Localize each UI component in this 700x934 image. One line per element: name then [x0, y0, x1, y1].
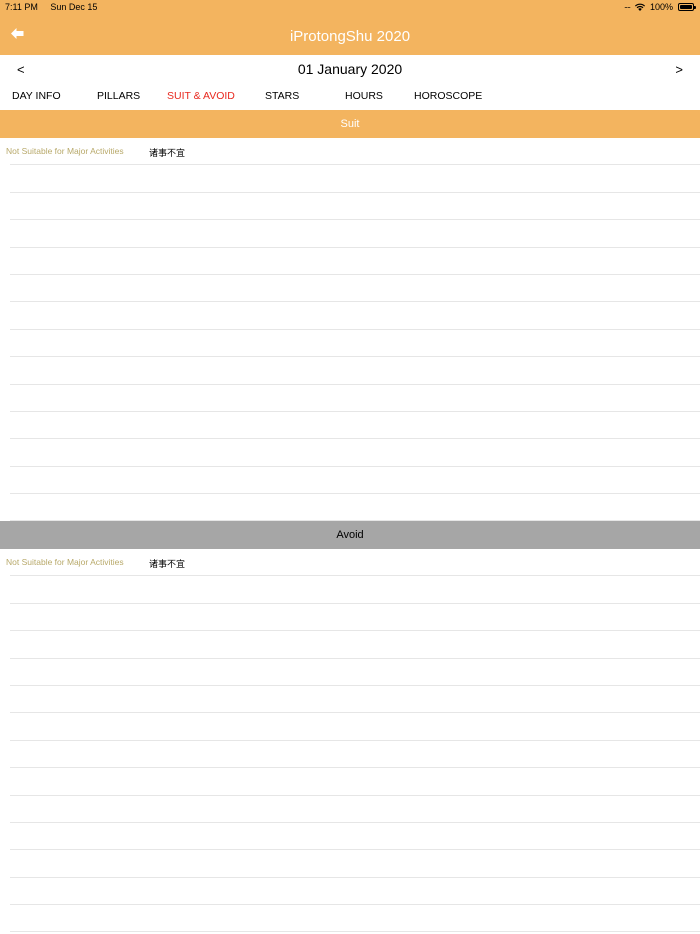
tab-hours[interactable]: HOURS: [345, 90, 383, 102]
empty-row: [10, 467, 700, 495]
empty-row: [10, 248, 700, 275]
avoid-section-header: Avoid: [0, 521, 700, 549]
empty-row: [10, 604, 700, 632]
empty-row: [10, 850, 700, 878]
tab-pillars[interactable]: PILLARS: [97, 90, 140, 102]
empty-row: [10, 494, 700, 522]
empty-row: [10, 768, 700, 796]
empty-row: [10, 741, 700, 769]
empty-row: [10, 165, 700, 193]
tab-day-info[interactable]: DAY INFO: [12, 90, 61, 102]
current-date: 01 January 2020: [297, 61, 403, 77]
empty-row: [10, 330, 700, 358]
status-date: Sun Dec 15: [50, 2, 98, 12]
suit-list: Not Suitable for Major Activities 诸事不宜: [0, 138, 700, 522]
list-item[interactable]: Not Suitable for Major Activities 诸事不宜: [6, 549, 700, 577]
empty-row: [10, 220, 700, 248]
empty-row: [10, 193, 700, 221]
empty-row: [10, 905, 700, 933]
row-label: Not Suitable for Major Activities: [6, 557, 124, 567]
avoid-list: Not Suitable for Major Activities 诸事不宜: [0, 549, 700, 933]
empty-row: [10, 796, 700, 823]
tab-horoscope[interactable]: HOROSCOPE: [414, 90, 482, 102]
nav-bar: iProtongShu 2020: [0, 14, 700, 55]
tab-stars[interactable]: STARS: [265, 90, 299, 102]
wifi-icon: [634, 3, 645, 11]
status-time: 7:11 PM: [5, 2, 38, 12]
empty-row: [10, 302, 700, 330]
next-day-button[interactable]: >: [675, 62, 683, 77]
empty-row: [10, 823, 700, 851]
tab-suit-avoid[interactable]: SUIT & AVOID: [167, 90, 235, 102]
signal-indicator: ....: [623, 0, 631, 10]
empty-row: [10, 686, 700, 714]
empty-row: [10, 275, 700, 303]
status-bar: 7:11 PM Sun Dec 15 .... 100%: [0, 0, 700, 14]
row-value: 诸事不宜: [149, 559, 186, 569]
empty-row: [10, 878, 700, 906]
row-label: Not Suitable for Major Activities: [6, 146, 124, 156]
tab-bar: DAY INFO PILLARS SUIT & AVOID STARS HOUR…: [0, 83, 700, 110]
suit-section-header: Suit: [0, 110, 700, 138]
battery-icon: [678, 3, 696, 11]
empty-row: [10, 631, 700, 659]
empty-row: [10, 412, 700, 440]
date-bar: < 01 January 2020 >: [0, 55, 700, 83]
empty-row: [10, 357, 700, 385]
list-item[interactable]: Not Suitable for Major Activities 诸事不宜: [6, 138, 700, 166]
battery-percent: 100%: [649, 2, 673, 12]
empty-row: [10, 659, 700, 686]
status-bar-left: 7:11 PM Sun Dec 15: [5, 2, 97, 12]
empty-row: [10, 385, 700, 412]
page-title: iProtongShu 2020: [289, 28, 411, 45]
empty-row: [10, 576, 700, 604]
empty-row: [10, 439, 700, 467]
empty-row: [10, 713, 700, 741]
status-bar-right: .... 100%: [623, 0, 696, 12]
row-value: 诸事不宜: [149, 148, 186, 158]
